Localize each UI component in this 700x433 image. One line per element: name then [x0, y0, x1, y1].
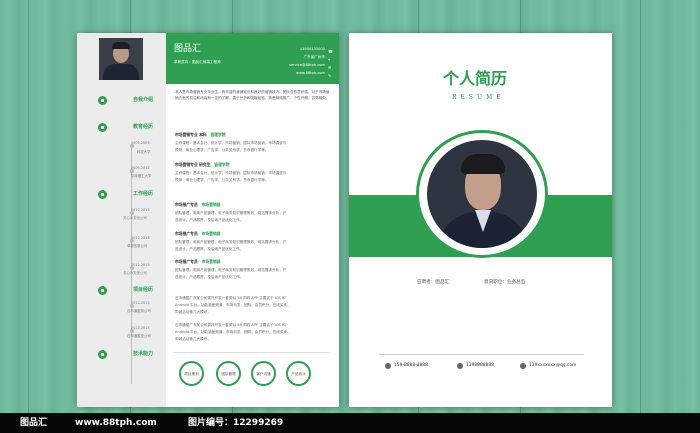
edu-1-title: 市场营销专业 本科 管理学院	[175, 132, 226, 137]
divider	[173, 352, 329, 353]
profile-photo-frame	[416, 130, 548, 258]
project-1-company: 石市通盈投公司	[127, 309, 151, 313]
skill-ring: 产品设计	[286, 361, 311, 386]
project-2-years: 2012-2013	[131, 326, 150, 330]
resume-cover-page: 个人简历 RESUME 应聘者：图品汇 意向职位：业务总监 159-8888-8…	[349, 33, 612, 407]
work-1-company: 灵心沙文化公司	[123, 216, 147, 220]
project-1-line-3: 同城活动等几大模块。	[175, 310, 211, 314]
profile-icon	[98, 96, 107, 105]
edu-2-years: 2009-2012	[131, 166, 150, 170]
work-3-line-2: 品设计，产品跟踪，及后续产品优化工作。	[175, 275, 244, 279]
work-1-years: 2012-2013	[131, 208, 150, 212]
edu-1-line-1: 主修课程：基本会计、统计学、市场营销、国际市场营销、市场调查与	[175, 141, 287, 145]
projects-icon	[98, 286, 107, 295]
work-1-line-1: 团队管理，电商产品管理，电子商务知识管理策划，网站需求分析，产	[175, 211, 287, 215]
work-1-line-2: 品设计，产品跟踪，及后续产品优化工作。	[175, 218, 244, 222]
work-3-title: 市场推广专员 市场营销部	[175, 259, 221, 264]
section-skills: 技术能力	[133, 351, 154, 357]
section-work: 工作经历	[133, 191, 154, 197]
edu-1-school: 科技大学	[137, 150, 151, 154]
section-education: 教育经历	[133, 124, 154, 130]
position-label: 意向职位：业务总监	[484, 280, 526, 285]
education-icon	[98, 123, 107, 132]
cover-phone: 159-8888-8888	[394, 363, 428, 368]
skill-ring: 团队管理	[216, 361, 241, 386]
applicant-label: 应聘者：图品汇	[417, 280, 450, 285]
job-objective: 求职意向：图品汇前端工程师	[174, 60, 221, 64]
work-3-years: 2012-2013	[131, 263, 150, 267]
skill-ring: 客户沟通	[251, 361, 276, 386]
footer-id: 图片编号：12299269	[188, 418, 284, 428]
work-2-line-2: 品设计，产品跟踪，及后续产品优化工作。	[175, 247, 244, 251]
cover-email: 139xxxxxxx@qq.com	[529, 363, 577, 368]
phone-icon	[385, 363, 391, 369]
edu-1-years: 2005-2009	[131, 141, 150, 145]
divider	[379, 354, 584, 355]
footer-url: www.88tph.com	[75, 418, 157, 428]
skills-icon	[98, 350, 107, 359]
edu-2-line-1: 主修课程：基本会计、统计学、市场营销、国际市场营销、市场调查与	[175, 171, 287, 175]
work-2-line-1: 团队管理，电商产品管理，电子商务知识管理策划，网站需求分析，产	[175, 240, 287, 244]
work-2-title: 市场推广专员 市场营销部	[175, 231, 221, 236]
contact-icons: ☎ ⌖ ✉ ✎	[328, 49, 333, 78]
footer-logo: 图品汇	[20, 418, 48, 428]
cover-subtitle: RESUME	[452, 94, 505, 101]
mail-icon	[520, 363, 526, 369]
user-icon	[457, 363, 463, 369]
applicant-name: 图品汇	[174, 44, 202, 54]
edu-2-title: 市场营销专业 研究生 管理学院	[175, 162, 230, 167]
contact-website: www.88tph.com	[296, 71, 325, 75]
section-projects: 项目经历	[133, 287, 154, 293]
cover-title: 个人简历	[443, 69, 508, 88]
contact-phone: 13900135000	[299, 47, 325, 51]
work-3-company: 灵心沙文化公司	[123, 271, 147, 275]
project-2-company: 石市通盈投公司	[127, 334, 151, 338]
edu-2-line-2: 预测、商业心理学、广告学、公共关系学、货币银行学等。	[175, 178, 269, 182]
project-2-line-1: 石市通盈广东某公司委托开发一套类似 58 同城 APP 主要这于 iOS 和	[175, 323, 286, 327]
section-profile: 自我介绍	[133, 97, 154, 103]
work-1-title: 市场推广专员 市场营销部	[175, 202, 221, 207]
edu-2-school: 华南理工大学	[131, 174, 152, 178]
project-1-line-2: Android 平台。功能涵盖频道、市场浏览、团购、会员积分、在线买卖、	[175, 303, 291, 307]
project-2-line-2: Android 平台。功能涵盖频道、市场浏览、团购、会员积分、在线买卖、	[175, 330, 291, 334]
resume-detail-page: 图品汇 求职意向：图品汇前端工程师 13900135000 广东省广州市 ser…	[77, 33, 339, 407]
work-icon	[98, 190, 107, 199]
edu-1-line-2: 预测、商业心理学、广告学、公共关系学、货币银行学等。	[175, 148, 269, 152]
cover-phone-2: 1398888888	[466, 363, 494, 368]
work-3-line-1: 团队管理，电商产品管理，电子商务知识管理策划，网站需求分析，产	[175, 268, 287, 272]
watermark-footer: 图品汇 www.88tph.com 图片编号：12299269	[0, 413, 700, 433]
profile-photo-large	[427, 140, 537, 248]
contact-email: service@88tph.com	[289, 63, 325, 67]
work-2-years: 2012-2013	[131, 236, 150, 240]
header-band: 图品汇 求职意向：图品汇前端工程师 13900135000 广东省广州市 ser…	[166, 33, 339, 84]
project-1-line-1: 石市通盈广东某公司委托开发一套类似 58 同城 APP 主要这于 iOS 和	[175, 296, 286, 300]
contact-address: 广东省广州市	[303, 55, 325, 59]
intro-text: 本人是市场营销专业毕业生，有丰富的营销知识和良好的营销技巧。团队合作意识强，对于…	[175, 90, 330, 100]
skill-ring: 项目策划	[179, 361, 204, 386]
work-2-company: 卓望信息公司	[127, 244, 148, 248]
profile-photo-small	[99, 38, 143, 80]
project-2-line-3: 同城活动等几大模块。	[175, 337, 211, 341]
project-1-years: 2012-2013	[131, 301, 150, 305]
